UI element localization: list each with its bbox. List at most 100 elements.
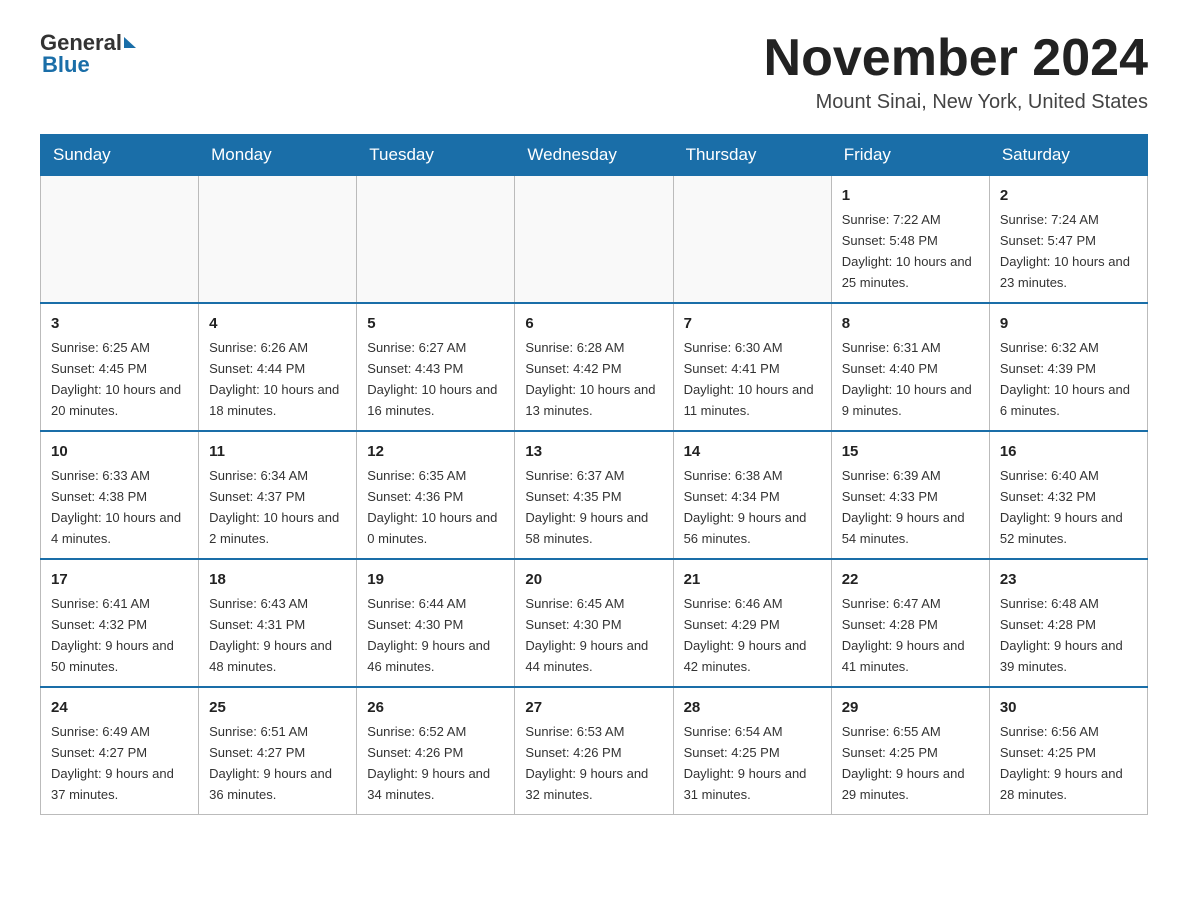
calendar-cell: 24 Sunrise: 6:49 AMSunset: 4:27 PMDayligh… <box>41 687 199 814</box>
day-info: Sunrise: 6:44 AMSunset: 4:30 PMDaylight:… <box>367 596 490 674</box>
day-number: 19 <box>367 568 504 591</box>
calendar-cell <box>515 176 673 303</box>
day-number: 20 <box>525 568 662 591</box>
day-number: 17 <box>51 568 188 591</box>
day-info: Sunrise: 6:45 AMSunset: 4:30 PMDaylight:… <box>525 596 648 674</box>
day-info: Sunrise: 6:55 AMSunset: 4:25 PMDaylight:… <box>842 724 965 802</box>
calendar-cell: 11Sunrise: 6:34 AMSunset: 4:37 PMDayligh… <box>199 431 357 559</box>
calendar-week-row: 17Sunrise: 6:41 AMSunset: 4:32 PMDayligh… <box>41 559 1148 687</box>
day-info: Sunrise: 6:54 AMSunset: 4:25 PMDaylight:… <box>684 724 807 802</box>
page-header: General Blue November 2024 Mount Sinai, … <box>40 30 1148 114</box>
day-info: Sunrise: 6:28 AMSunset: 4:42 PMDaylight:… <box>525 340 655 418</box>
day-info: Sunrise: 6:34 AMSunset: 4:37 PMDaylight:… <box>209 468 339 546</box>
calendar-cell: 16 Sunrise: 6:40 AMSunset: 4:32 PMDayligh… <box>989 431 1147 559</box>
calendar-cell: 14 Sunrise: 6:38 AMSunset: 4:34 PMDayligh… <box>673 431 831 559</box>
calendar-cell: 22 Sunrise: 6:47 AMSunset: 4:28 PMDayligh… <box>831 559 989 687</box>
calendar-cell: 20 Sunrise: 6:45 AMSunset: 4:30 PMDayligh… <box>515 559 673 687</box>
day-number: 10 <box>51 440 188 463</box>
day-number: 4 <box>209 312 346 335</box>
calendar-cell: 5 Sunrise: 6:27 AMSunset: 4:43 PMDaylight… <box>357 303 515 431</box>
calendar-cell: 2 Sunrise: 7:24 AMSunset: 5:47 PMDaylight… <box>989 176 1147 303</box>
day-info: Sunrise: 6:47 AMSunset: 4:28 PMDaylight:… <box>842 596 965 674</box>
calendar-week-row: 1Sunrise: 7:22 AMSunset: 5:48 PMDaylight… <box>41 176 1148 303</box>
calendar-cell: 26 Sunrise: 6:52 AMSunset: 4:26 PMDayligh… <box>357 687 515 814</box>
day-number: 30 <box>1000 696 1137 719</box>
calendar-cell <box>673 176 831 303</box>
calendar-cell <box>357 176 515 303</box>
weekday-header-sunday: Sunday <box>41 135 199 176</box>
calendar-cell: 1Sunrise: 7:22 AMSunset: 5:48 PMDaylight… <box>831 176 989 303</box>
day-number: 8 <box>842 312 979 335</box>
day-number: 24 <box>51 696 188 719</box>
day-info: Sunrise: 6:30 AMSunset: 4:41 PMDaylight:… <box>684 340 814 418</box>
day-number: 6 <box>525 312 662 335</box>
calendar-cell: 18 Sunrise: 6:43 AMSunset: 4:31 PMDayligh… <box>199 559 357 687</box>
calendar-cell: 13 Sunrise: 6:37 AMSunset: 4:35 PMDayligh… <box>515 431 673 559</box>
day-info: Sunrise: 6:27 AMSunset: 4:43 PMDaylight:… <box>367 340 497 418</box>
day-info: Sunrise: 6:25 AMSunset: 4:45 PMDaylight:… <box>51 340 181 418</box>
calendar-cell: 4 Sunrise: 6:26 AMSunset: 4:44 PMDaylight… <box>199 303 357 431</box>
logo-blue: Blue <box>42 52 90 78</box>
day-number: 29 <box>842 696 979 719</box>
weekday-header-tuesday: Tuesday <box>357 135 515 176</box>
month-title: November 2024 <box>764 30 1148 87</box>
day-info: Sunrise: 6:39 AMSunset: 4:33 PMDaylight:… <box>842 468 965 546</box>
title-area: November 2024 Mount Sinai, New York, Uni… <box>764 30 1148 114</box>
day-info: Sunrise: 6:40 AMSunset: 4:32 PMDaylight:… <box>1000 468 1123 546</box>
day-number: 5 <box>367 312 504 335</box>
weekday-header-wednesday: Wednesday <box>515 135 673 176</box>
day-number: 16 <box>1000 440 1137 463</box>
day-number: 15 <box>842 440 979 463</box>
day-info: Sunrise: 7:22 AMSunset: 5:48 PMDaylight:… <box>842 212 972 290</box>
day-info: Sunrise: 6:26 AMSunset: 4:44 PMDaylight:… <box>209 340 339 418</box>
day-number: 7 <box>684 312 821 335</box>
day-info: Sunrise: 6:52 AMSunset: 4:26 PMDaylight:… <box>367 724 490 802</box>
day-number: 14 <box>684 440 821 463</box>
logo: General Blue <box>40 30 136 78</box>
calendar-header-row: SundayMondayTuesdayWednesdayThursdayFrid… <box>41 135 1148 176</box>
day-number: 18 <box>209 568 346 591</box>
calendar-table: SundayMondayTuesdayWednesdayThursdayFrid… <box>40 134 1148 815</box>
location: Mount Sinai, New York, United States <box>764 91 1148 114</box>
calendar-week-row: 24 Sunrise: 6:49 AMSunset: 4:27 PMDayligh… <box>41 687 1148 814</box>
day-number: 3 <box>51 312 188 335</box>
day-info: Sunrise: 6:46 AMSunset: 4:29 PMDaylight:… <box>684 596 807 674</box>
day-number: 13 <box>525 440 662 463</box>
day-number: 26 <box>367 696 504 719</box>
day-info: Sunrise: 6:37 AMSunset: 4:35 PMDaylight:… <box>525 468 648 546</box>
weekday-header-thursday: Thursday <box>673 135 831 176</box>
calendar-cell: 25 Sunrise: 6:51 AMSunset: 4:27 PMDayligh… <box>199 687 357 814</box>
calendar-cell: 6 Sunrise: 6:28 AMSunset: 4:42 PMDaylight… <box>515 303 673 431</box>
day-info: Sunrise: 6:38 AMSunset: 4:34 PMDaylight:… <box>684 468 807 546</box>
weekday-header-saturday: Saturday <box>989 135 1147 176</box>
weekday-header-monday: Monday <box>199 135 357 176</box>
day-number: 22 <box>842 568 979 591</box>
calendar-cell: 17Sunrise: 6:41 AMSunset: 4:32 PMDayligh… <box>41 559 199 687</box>
day-info: Sunrise: 6:43 AMSunset: 4:31 PMDaylight:… <box>209 596 332 674</box>
calendar-cell: 28 Sunrise: 6:54 AMSunset: 4:25 PMDayligh… <box>673 687 831 814</box>
day-info: Sunrise: 6:51 AMSunset: 4:27 PMDaylight:… <box>209 724 332 802</box>
day-number: 25 <box>209 696 346 719</box>
day-number: 23 <box>1000 568 1137 591</box>
day-number: 28 <box>684 696 821 719</box>
calendar-cell: 21Sunrise: 6:46 AMSunset: 4:29 PMDayligh… <box>673 559 831 687</box>
day-info: Sunrise: 6:53 AMSunset: 4:26 PMDaylight:… <box>525 724 648 802</box>
day-info: Sunrise: 6:31 AMSunset: 4:40 PMDaylight:… <box>842 340 972 418</box>
day-number: 2 <box>1000 184 1137 207</box>
day-info: Sunrise: 6:48 AMSunset: 4:28 PMDaylight:… <box>1000 596 1123 674</box>
calendar-week-row: 3 Sunrise: 6:25 AMSunset: 4:45 PMDaylight… <box>41 303 1148 431</box>
calendar-cell: 3 Sunrise: 6:25 AMSunset: 4:45 PMDaylight… <box>41 303 199 431</box>
calendar-week-row: 10Sunrise: 6:33 AMSunset: 4:38 PMDayligh… <box>41 431 1148 559</box>
day-number: 12 <box>367 440 504 463</box>
day-info: Sunrise: 7:24 AMSunset: 5:47 PMDaylight:… <box>1000 212 1130 290</box>
day-info: Sunrise: 6:56 AMSunset: 4:25 PMDaylight:… <box>1000 724 1123 802</box>
calendar-cell: 10Sunrise: 6:33 AMSunset: 4:38 PMDayligh… <box>41 431 199 559</box>
day-number: 27 <box>525 696 662 719</box>
calendar-cell: 12Sunrise: 6:35 AMSunset: 4:36 PMDayligh… <box>357 431 515 559</box>
calendar-cell: 23 Sunrise: 6:48 AMSunset: 4:28 PMDayligh… <box>989 559 1147 687</box>
day-info: Sunrise: 6:49 AMSunset: 4:27 PMDaylight:… <box>51 724 174 802</box>
logo-arrow-icon <box>124 37 136 48</box>
calendar-cell: 19 Sunrise: 6:44 AMSunset: 4:30 PMDayligh… <box>357 559 515 687</box>
calendar-cell <box>199 176 357 303</box>
calendar-cell: 30 Sunrise: 6:56 AMSunset: 4:25 PMDayligh… <box>989 687 1147 814</box>
